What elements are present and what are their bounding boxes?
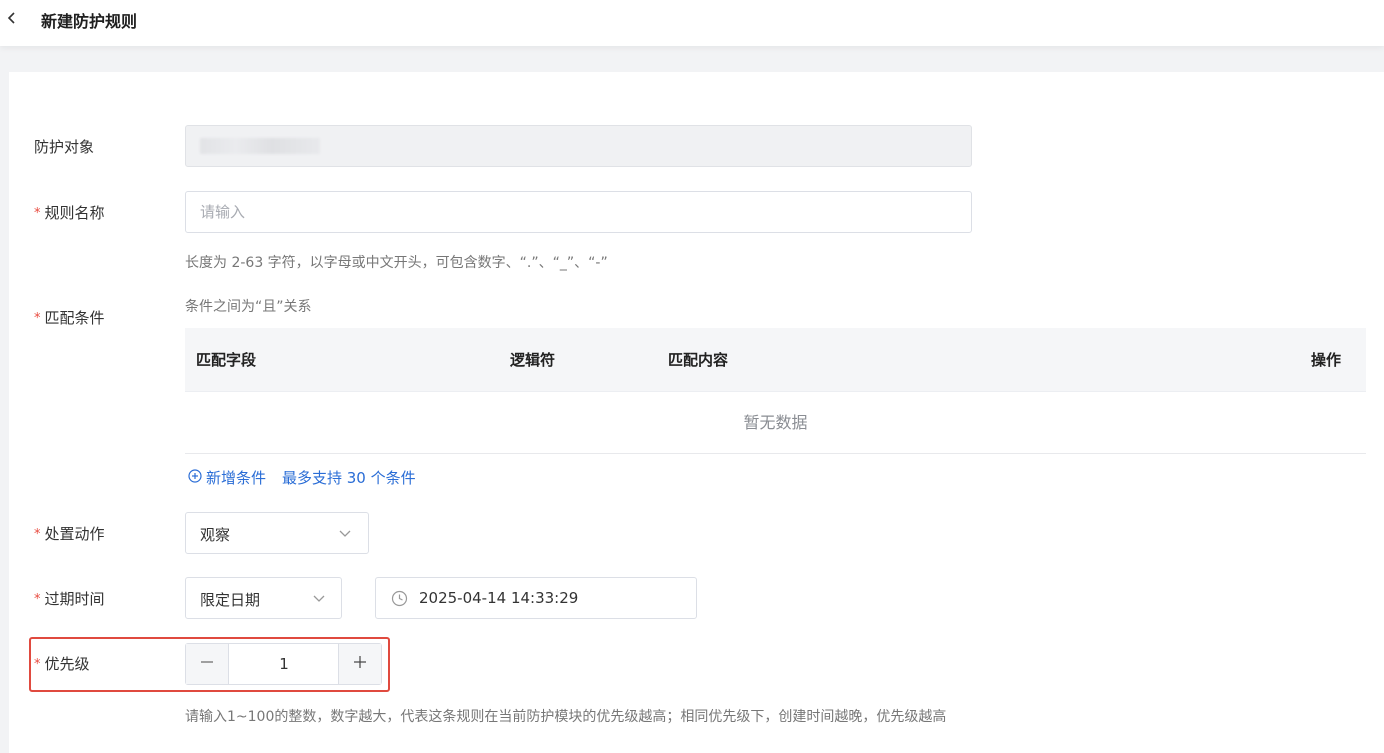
- page-title: 新建防护规则: [41, 12, 138, 31]
- column-match-content: 匹配内容: [668, 351, 729, 369]
- target-field: [185, 125, 972, 167]
- target-label: 防护对象: [34, 138, 95, 156]
- action-label: * 处置动作: [34, 525, 105, 543]
- empty-table-message: 暂无数据: [185, 392, 1366, 454]
- decrement-button[interactable]: [186, 644, 229, 684]
- action-select[interactable]: 观察: [185, 512, 369, 554]
- rule-name-label: * 规则名称: [34, 204, 105, 222]
- add-condition-button[interactable]: 新增条件: [188, 467, 266, 488]
- redacted-target-value: [200, 138, 320, 154]
- increment-button[interactable]: [338, 644, 381, 684]
- action-select-value: 观察: [200, 526, 231, 544]
- add-condition-label: 新增条件: [206, 469, 267, 487]
- back-arrow-icon[interactable]: [4, 8, 20, 28]
- chevron-down-icon: [312, 591, 326, 609]
- conditions-table-header: 匹配字段 逻辑符 匹配内容 操作: [185, 328, 1366, 392]
- clock-icon: [391, 590, 408, 611]
- expire-mode-select[interactable]: 限定日期: [185, 577, 342, 619]
- priority-stepper[interactable]: 1: [185, 643, 382, 685]
- page-header: 新建防护规则: [0, 0, 1384, 46]
- expire-datetime-picker[interactable]: 2025-04-14 14:33:29: [375, 577, 697, 619]
- expire-mode-value: 限定日期: [200, 591, 261, 609]
- priority-label: * 优先级: [34, 655, 90, 673]
- plus-icon: [352, 654, 368, 674]
- column-operator: 逻辑符: [510, 351, 556, 369]
- rule-name-hint: 长度为 2-63 字符，以字母或中文开头，可包含数字、“.”、“_”、“-”: [185, 255, 608, 271]
- column-match-field: 匹配字段: [196, 351, 257, 369]
- priority-hint: 请输入1~100的整数，数字越大，代表这条规则在当前防护模块的优先级越高；相同优…: [185, 709, 947, 725]
- minus-icon: [199, 654, 215, 674]
- priority-value[interactable]: 1: [229, 644, 339, 684]
- rule-name-field[interactable]: [185, 191, 972, 233]
- expire-label: * 过期时间: [34, 590, 105, 608]
- chevron-down-icon: [338, 526, 352, 544]
- plus-circle-icon: [188, 468, 206, 487]
- max-conditions-note: 最多支持 30 个条件: [282, 469, 416, 487]
- rule-name-input[interactable]: [186, 192, 971, 232]
- column-actions: 操作: [1311, 351, 1342, 369]
- conditions-label: * 匹配条件: [34, 309, 105, 327]
- conditions-hint: 条件之间为“且”关系: [185, 299, 312, 315]
- expire-datetime-value: 2025-04-14 14:33:29: [419, 589, 579, 607]
